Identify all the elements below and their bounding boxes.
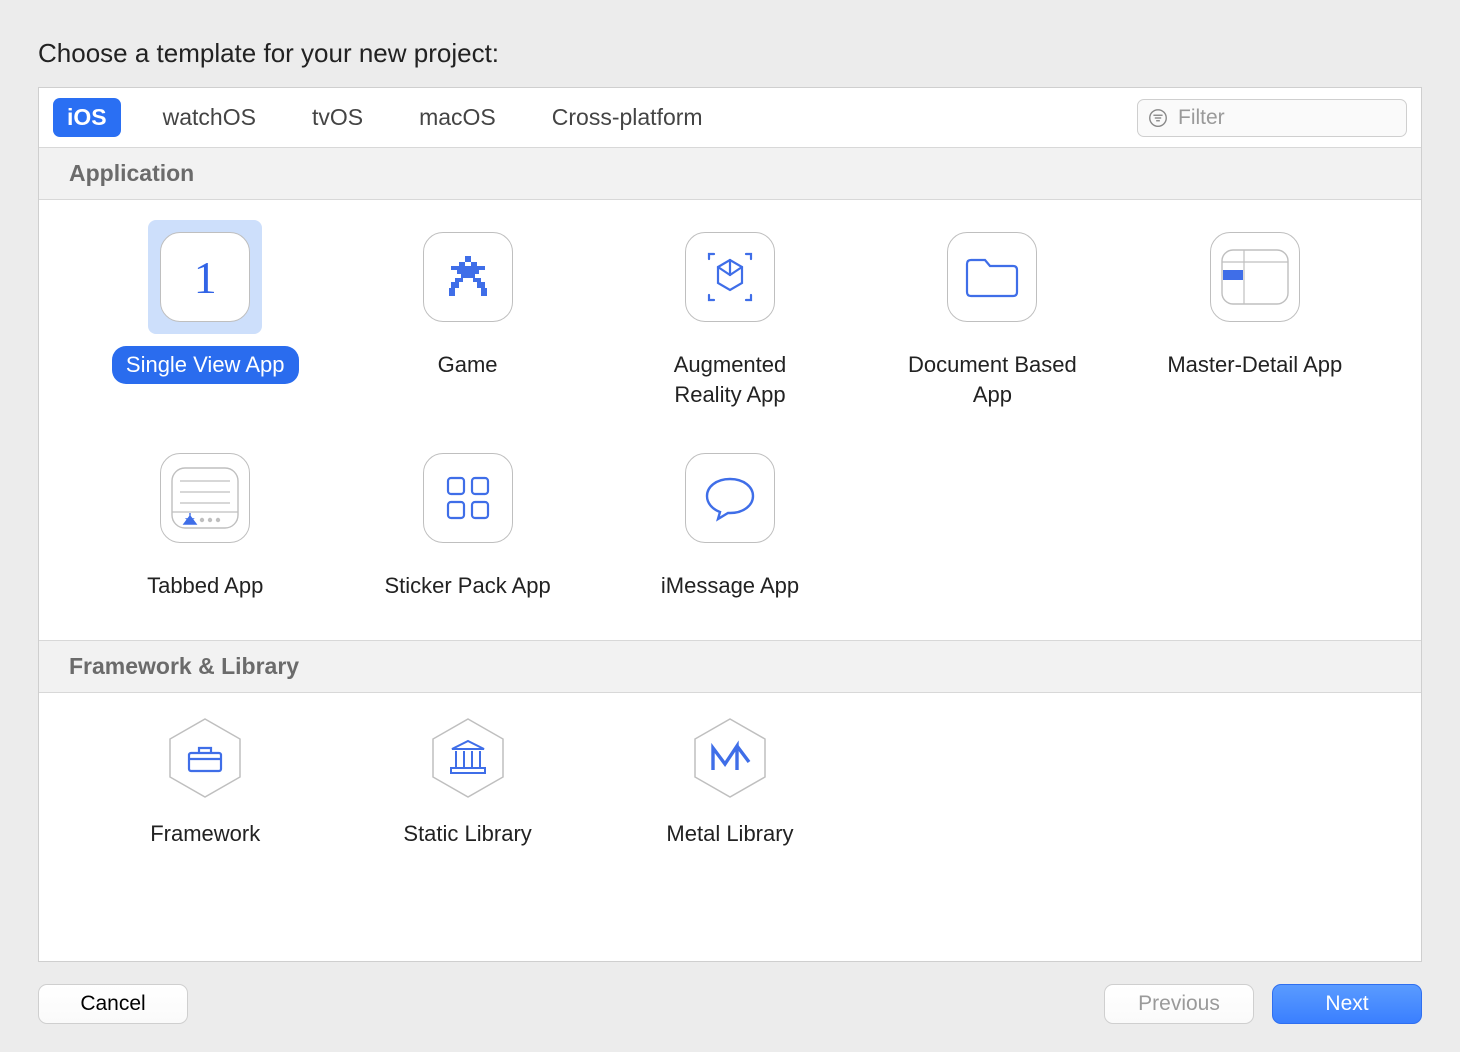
template-label: Tabbed App: [133, 567, 277, 605]
tab-macos[interactable]: macOS: [405, 98, 510, 137]
template-label: Master-Detail App: [1153, 346, 1356, 384]
template-label: Sticker Pack App: [370, 567, 564, 605]
template-label: Framework: [136, 815, 274, 853]
metal-icon: [685, 713, 775, 803]
next-button[interactable]: Next: [1272, 984, 1422, 1024]
tab-crossplatform[interactable]: Cross-platform: [538, 98, 717, 137]
template-label: Single View App: [112, 346, 299, 384]
master-detail-icon: [1210, 232, 1300, 322]
template-single-view-app[interactable]: 1 Single View App: [79, 220, 331, 413]
dialog-title: Choose a template for your new project:: [18, 18, 1442, 87]
template-label: Metal Library: [652, 815, 807, 853]
framework-grid: Framework Static Library: [39, 693, 1421, 888]
tab-ios[interactable]: iOS: [53, 98, 121, 137]
tabbed-icon: ★: [160, 453, 250, 543]
game-icon: [423, 232, 513, 322]
template-label: Augmented Reality App: [625, 346, 835, 413]
section-framework-header: Framework & Library: [39, 640, 1421, 693]
template-metal-library[interactable]: Metal Library: [604, 713, 856, 853]
dialog-button-bar: Cancel Previous Next: [18, 962, 1442, 1034]
platform-tabbar: iOS watchOS tvOS macOS Cross-platform: [39, 88, 1421, 148]
template-label: Game: [424, 346, 512, 384]
template-augmented-reality-app[interactable]: Augmented Reality App: [604, 220, 856, 413]
filter-icon: [1147, 107, 1169, 129]
template-label: iMessage App: [647, 567, 813, 605]
filter-field-wrap: [1137, 99, 1407, 137]
template-sticker-pack-app[interactable]: Sticker Pack App: [341, 441, 593, 605]
template-panel: iOS watchOS tvOS macOS Cross-platform Ap…: [38, 87, 1422, 962]
template-document-based-app[interactable]: Document Based App: [866, 220, 1118, 413]
framework-icon: [160, 713, 250, 803]
template-framework[interactable]: Framework: [79, 713, 331, 853]
filter-input[interactable]: [1137, 99, 1407, 137]
folder-icon: [947, 232, 1037, 322]
svg-text:★: ★: [184, 512, 196, 527]
template-imessage-app[interactable]: iMessage App: [604, 441, 856, 605]
arkit-icon: [685, 232, 775, 322]
template-label: Static Library: [389, 815, 545, 853]
section-application-header: Application: [39, 148, 1421, 200]
template-chooser-dialog: Choose a template for your new project: …: [18, 18, 1442, 1034]
tab-watchos[interactable]: watchOS: [149, 98, 270, 137]
library-icon: [423, 713, 513, 803]
tab-tvos[interactable]: tvOS: [298, 98, 377, 137]
application-grid: 1 Single View App: [39, 200, 1421, 640]
template-static-library[interactable]: Static Library: [341, 713, 593, 853]
template-game[interactable]: Game: [341, 220, 593, 413]
template-tabbed-app[interactable]: ★ Tabbed App: [79, 441, 331, 605]
sticker-icon: [423, 453, 513, 543]
cancel-button[interactable]: Cancel: [38, 984, 188, 1024]
template-master-detail-app[interactable]: Master-Detail App: [1129, 220, 1381, 413]
imessage-icon: [685, 453, 775, 543]
template-label: Document Based App: [887, 346, 1097, 413]
single-view-icon: 1: [160, 232, 250, 322]
previous-button[interactable]: Previous: [1104, 984, 1254, 1024]
